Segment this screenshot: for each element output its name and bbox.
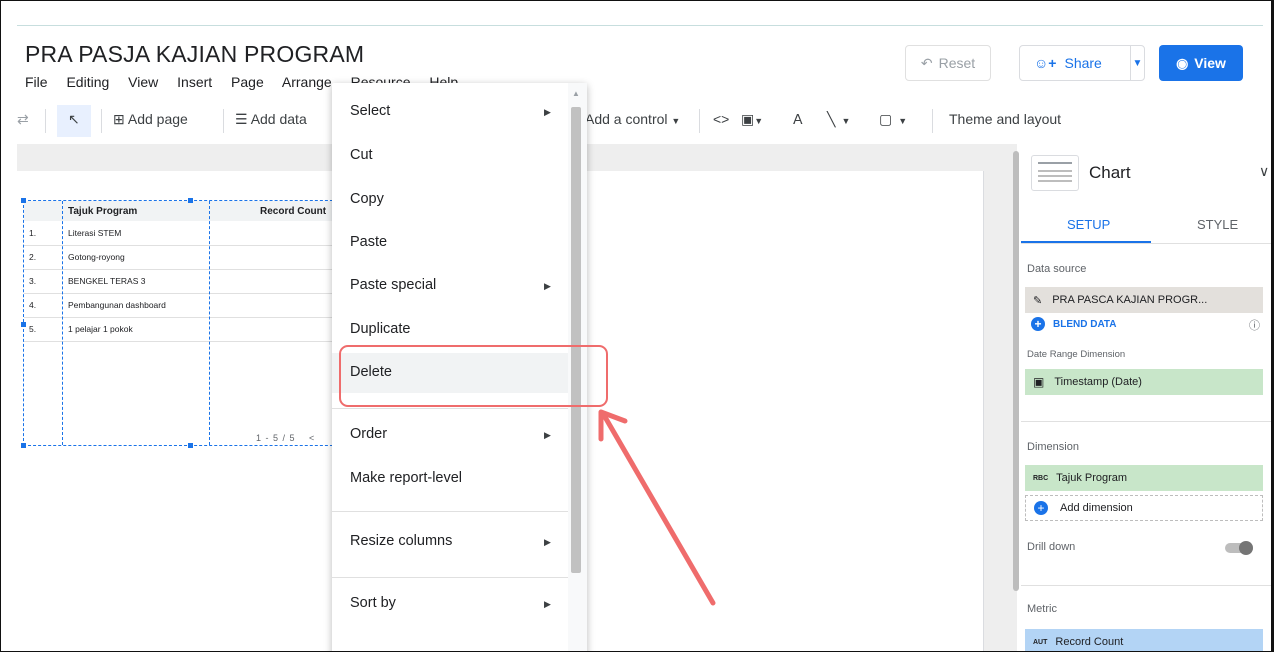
arrow-shaft [602, 414, 716, 606]
annotation-arrow [598, 409, 716, 606]
screenshot-frame: PRA PASJA KAJIAN PROGRAM File Editing Vi… [0, 0, 1274, 652]
